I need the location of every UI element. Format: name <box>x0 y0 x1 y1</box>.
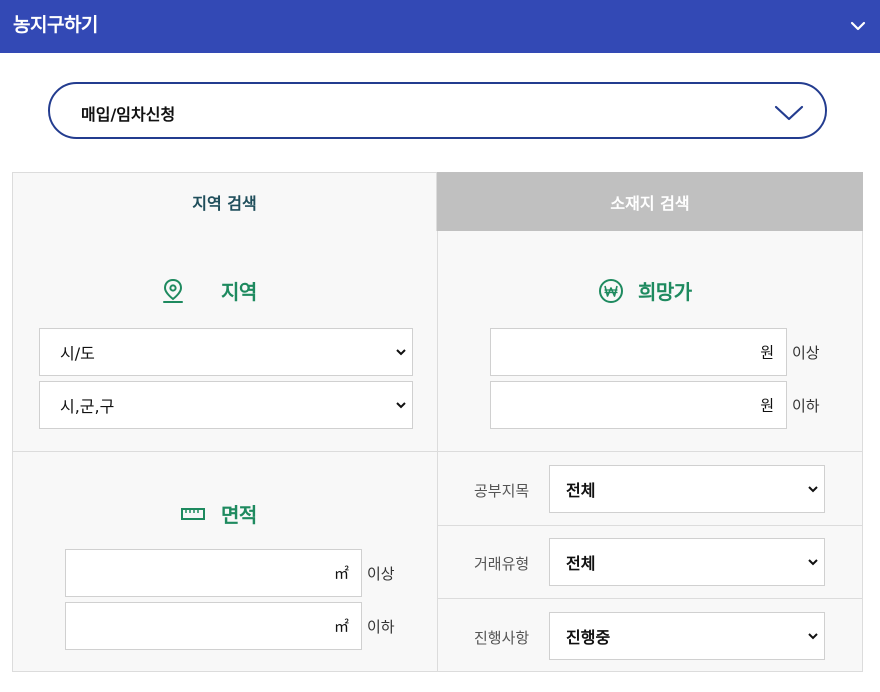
region-title: 지역 <box>161 276 257 305</box>
chevron-down-icon[interactable] <box>846 14 870 38</box>
chevron-down-icon <box>774 105 804 121</box>
area-section: 면적 ㎡ 이상 ㎡ 이하 <box>12 451 438 672</box>
region-title-text: 지역 <box>221 280 257 304</box>
deal-type-value: 전체 <box>566 554 596 573</box>
status-row: 진행사항 진행중 <box>437 598 863 672</box>
ruler-icon <box>181 507 205 520</box>
area-min-suffix: 이상 <box>367 565 395 583</box>
area-title: 면적 <box>181 499 257 528</box>
province-select[interactable]: 시/도 <box>39 328 413 376</box>
area-max-unit: ㎡ <box>333 617 349 636</box>
deal-type-select[interactable]: 전체 <box>549 538 825 586</box>
caret-down-icon <box>808 486 818 493</box>
tab-address-search[interactable]: 소재지 검색 <box>437 172 863 232</box>
price-title-text: 희망가 <box>638 280 692 304</box>
application-type-value: 매입/임차신청 <box>81 105 176 124</box>
price-title: 희망가 <box>598 276 692 305</box>
area-title-text: 면적 <box>221 503 257 527</box>
price-min-input[interactable]: 원 <box>490 328 787 376</box>
price-max-unit: 원 <box>760 396 774 415</box>
page-title: 농지구하기 <box>13 14 98 36</box>
district-select-value: 시,군,구 <box>60 397 115 416</box>
district-select[interactable]: 시,군,구 <box>39 381 413 429</box>
status-label: 진행사항 <box>474 629 530 647</box>
area-min-unit: ㎡ <box>333 564 349 583</box>
tab-region-search[interactable]: 지역 검색 <box>12 172 437 232</box>
price-min-suffix: 이상 <box>792 344 820 362</box>
land-category-row: 공부지목 전체 <box>437 451 863 526</box>
region-section: 지역 시/도 시,군,구 <box>12 231 438 452</box>
price-max-suffix: 이하 <box>792 397 820 415</box>
deal-type-label: 거래유형 <box>474 555 530 573</box>
land-category-label: 공부지목 <box>474 482 530 500</box>
deal-type-row: 거래유형 전체 <box>437 525 863 599</box>
land-category-select[interactable]: 전체 <box>549 465 825 513</box>
price-min-unit: 원 <box>760 343 774 362</box>
status-select[interactable]: 진행중 <box>549 612 825 660</box>
map-pin-icon <box>163 278 183 303</box>
land-category-value: 전체 <box>566 481 596 500</box>
search-panel: 지역 검색 소재지 검색 지역 시/도 시,군,구 희망가 원 이상 원 이하 … <box>12 172 863 672</box>
status-value: 진행중 <box>566 628 611 647</box>
price-max-input[interactable]: 원 <box>490 381 787 429</box>
caret-down-icon <box>396 402 406 409</box>
won-icon <box>599 278 623 303</box>
caret-down-icon <box>808 633 818 640</box>
caret-down-icon <box>396 349 406 356</box>
province-select-value: 시/도 <box>60 344 95 363</box>
page-header: 농지구하기 <box>0 0 880 53</box>
caret-down-icon <box>808 559 818 566</box>
area-max-input[interactable]: ㎡ <box>65 602 362 650</box>
area-min-input[interactable]: ㎡ <box>65 549 362 597</box>
application-type-select[interactable]: 매입/임차신청 <box>48 82 827 139</box>
area-max-suffix: 이하 <box>367 618 395 636</box>
price-section: 희망가 원 이상 원 이하 <box>437 231 863 452</box>
